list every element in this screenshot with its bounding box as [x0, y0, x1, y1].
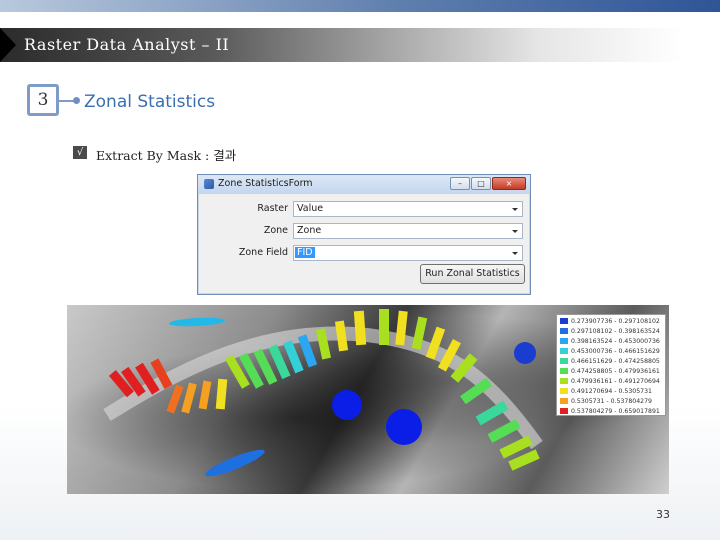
zone-shape [332, 390, 362, 420]
legend-item: 0.537804279 - 0.659017891 [560, 406, 662, 416]
raster-select[interactable]: Value [293, 201, 523, 217]
map-legend: 0.273907736 - 0.297108102 0.297108102 - … [556, 314, 666, 416]
legend-label: 0.537804279 - 0.659017891 [571, 407, 660, 415]
minimize-button[interactable]: – [450, 177, 470, 190]
legend-label: 0.5305731 - 0.537804279 [571, 397, 652, 405]
legend-swatch [560, 338, 568, 344]
zone-select[interactable]: Zone [293, 223, 523, 239]
zone-shape [169, 317, 225, 327]
page-number: 33 [656, 508, 670, 521]
bullet-text: Extract By Mask : 결과 [96, 148, 237, 163]
window-title-bar[interactable]: Zone StatisticsForm – □ × [198, 175, 530, 194]
zone-field-select[interactable]: FID [293, 245, 523, 261]
close-button[interactable]: × [492, 177, 526, 190]
zone-shape [386, 409, 422, 445]
legend-item: 0.466151629 - 0.474258805 [560, 356, 662, 366]
legend-swatch [560, 328, 568, 334]
legend-swatch [560, 388, 568, 394]
wedge-zones [108, 309, 540, 471]
section-dot-icon [73, 97, 80, 104]
legend-label: 0.491270694 - 0.5305731 [571, 387, 652, 395]
legend-swatch [560, 408, 568, 414]
legend-swatch [560, 318, 568, 324]
zone-shape [514, 342, 536, 364]
section-title: Zonal Statistics [84, 92, 216, 112]
section-number: 3 [27, 84, 59, 116]
chevron-down-icon[interactable] [512, 252, 518, 255]
zone-select-value: Zone [297, 225, 322, 236]
raster-select-value: Value [297, 203, 324, 214]
legend-item: 0.453000736 - 0.466151629 [560, 346, 662, 356]
zone-statistics-window: Zone StatisticsForm – □ × Raster Value Z… [197, 174, 531, 295]
legend-label: 0.479936161 - 0.491270694 [571, 377, 660, 385]
legend-swatch [560, 348, 568, 354]
legend-label: 0.453000736 - 0.466151629 [571, 347, 660, 355]
window-title: Zone StatisticsForm [218, 178, 313, 189]
legend-label: 0.474258805 - 0.479936161 [571, 367, 660, 375]
legend-swatch [560, 368, 568, 374]
legend-item: 0.297108102 - 0.398163524 [560, 326, 662, 336]
title-arrow-icon [0, 28, 16, 62]
top-accent-bar [0, 0, 720, 12]
zone-shape [205, 449, 265, 477]
zone-label: Zone [263, 225, 288, 236]
legend-item: 0.491270694 - 0.5305731 [560, 386, 662, 396]
legend-item: 0.398163524 - 0.453000736 [560, 336, 662, 346]
legend-label: 0.398163524 - 0.453000736 [571, 337, 660, 345]
checkbox-icon: √ [73, 146, 87, 159]
legend-item: 0.5305731 - 0.537804279 [560, 396, 662, 406]
raster-label: Raster [257, 203, 288, 214]
chevron-down-icon[interactable] [512, 230, 518, 233]
zone-field-select-value: FID [295, 247, 315, 258]
legend-item: 0.273907736 - 0.297108102 [560, 316, 662, 326]
run-zonal-statistics-button[interactable]: Run Zonal Statistics [420, 264, 525, 284]
legend-swatch [560, 398, 568, 404]
legend-item: 0.474258805 - 0.479936161 [560, 366, 662, 376]
legend-label: 0.297108102 - 0.398163524 [571, 327, 660, 335]
chevron-down-icon[interactable] [512, 208, 518, 211]
slide-title-bar: Raster Data Analyst – II [0, 28, 720, 62]
legend-swatch [560, 378, 568, 384]
legend-swatch [560, 358, 568, 364]
legend-label: 0.273907736 - 0.297108102 [571, 317, 660, 325]
maximize-button[interactable]: □ [471, 177, 491, 190]
slide-title: Raster Data Analyst – II [24, 35, 230, 54]
legend-item: 0.479936161 - 0.491270694 [560, 376, 662, 386]
legend-label: 0.466151629 - 0.474258805 [571, 357, 660, 365]
app-icon [204, 179, 214, 189]
zone-field-label: Zone Field [238, 247, 288, 258]
